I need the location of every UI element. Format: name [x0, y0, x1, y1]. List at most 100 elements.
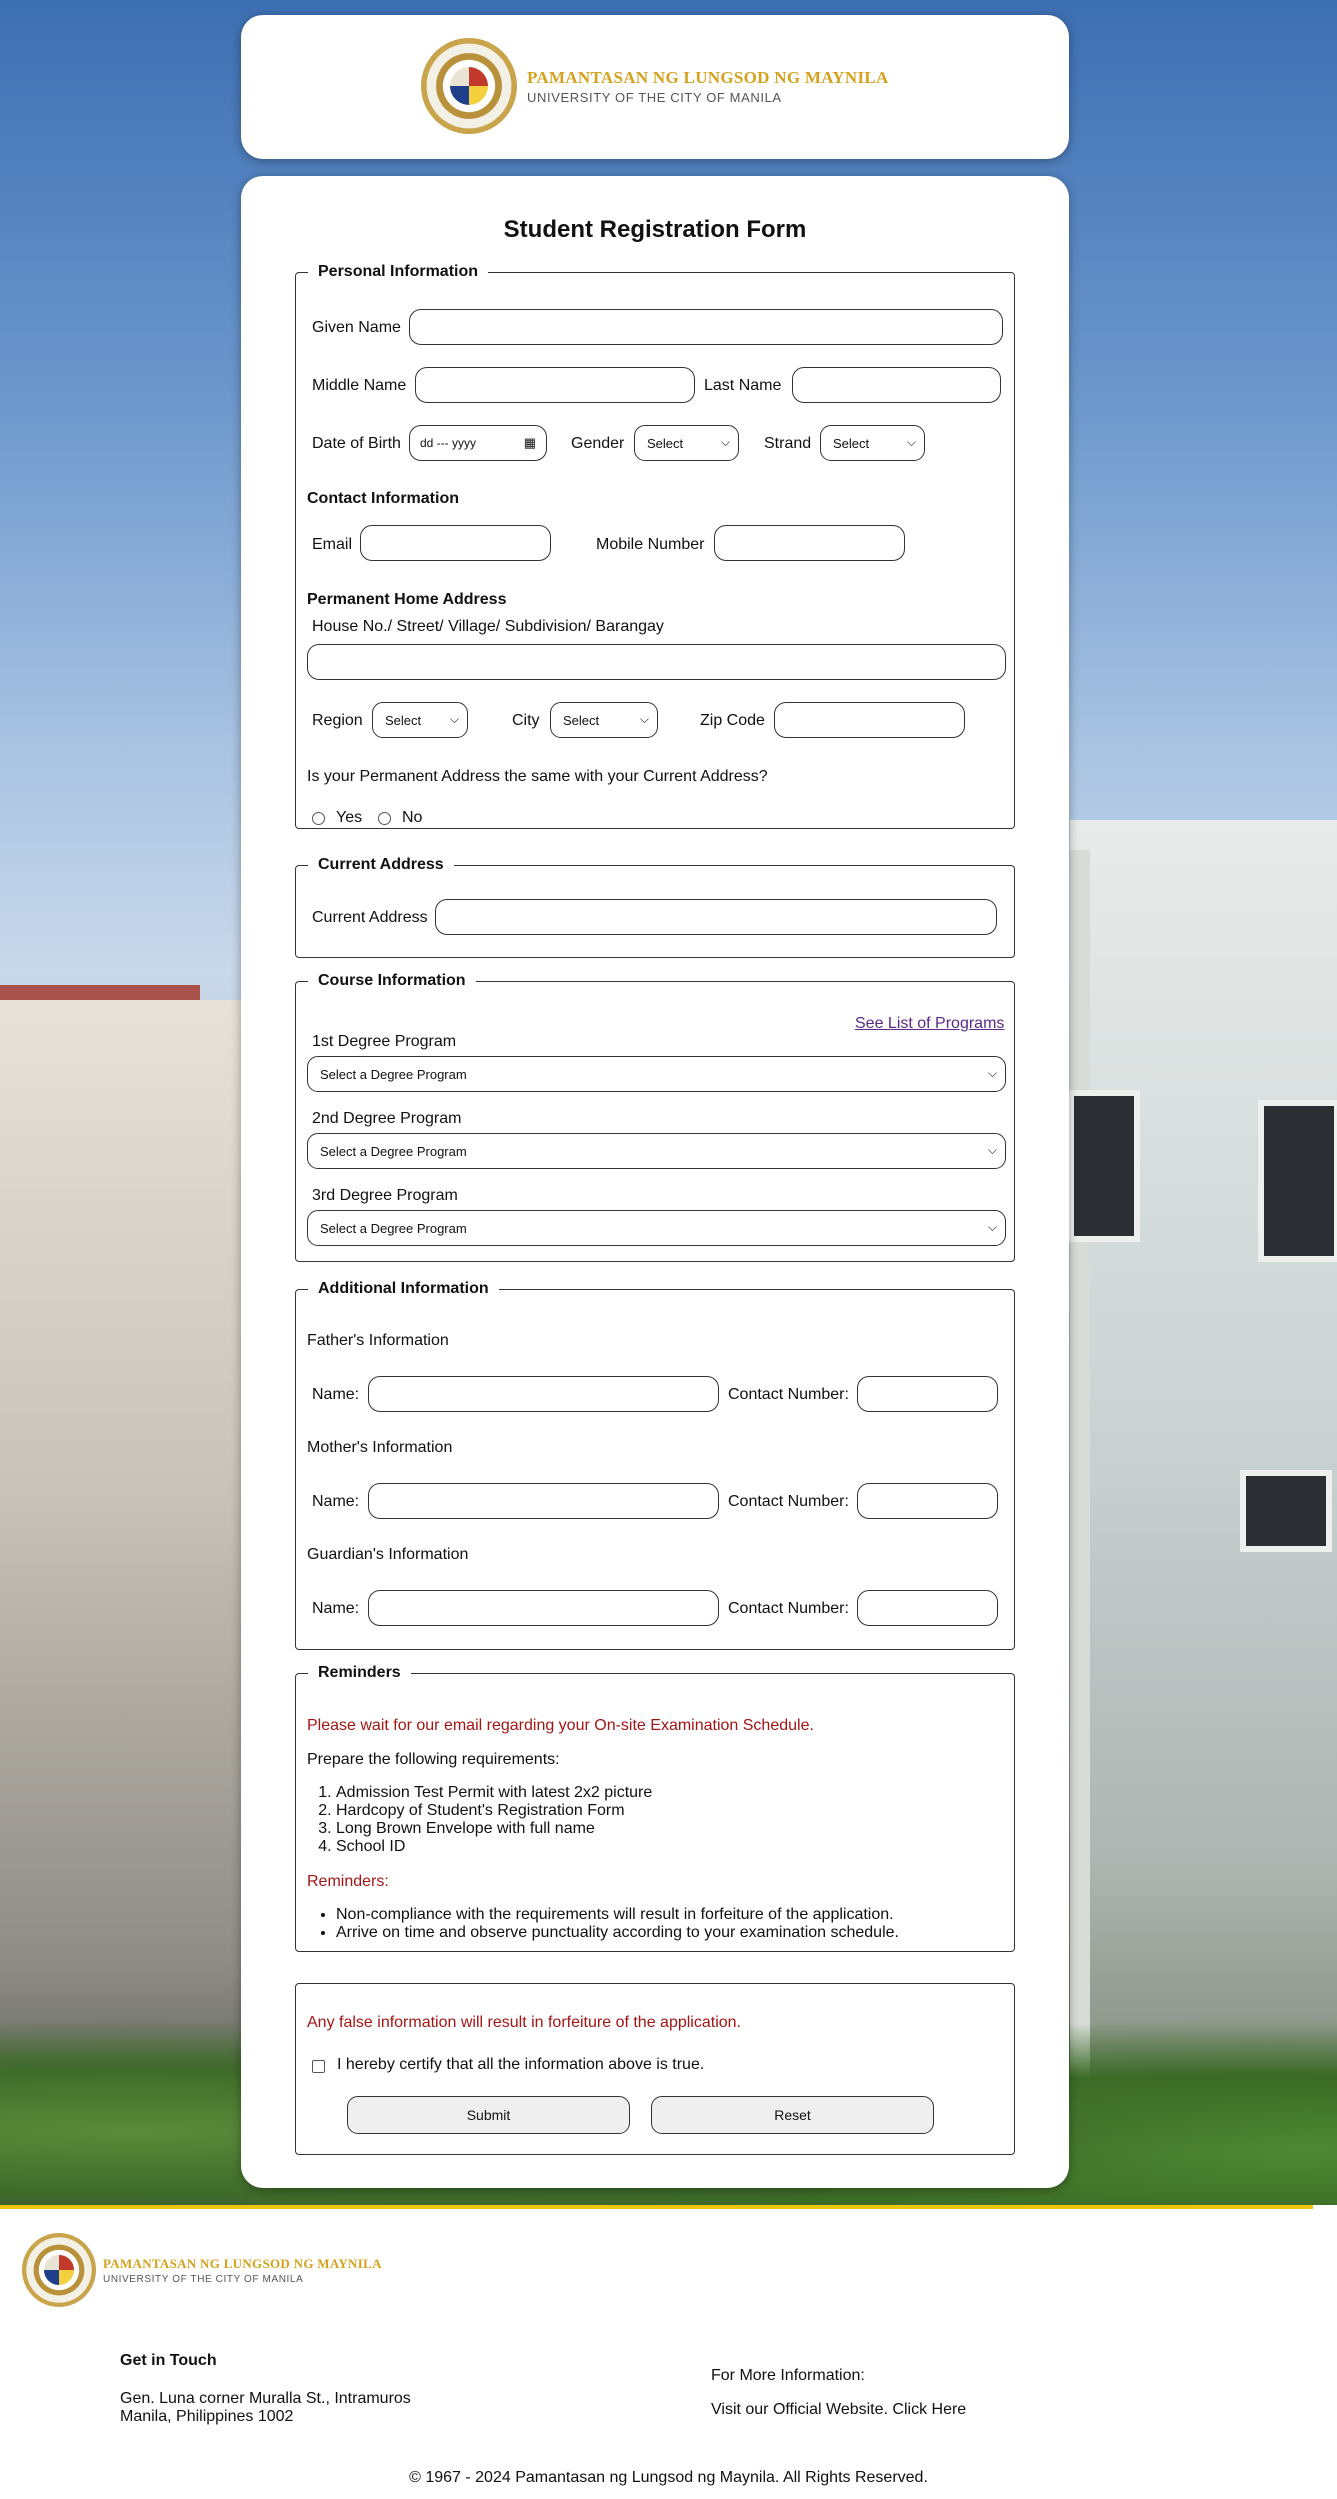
- university-name: PAMANTASAN NG LUNGSOD NG MAYNILA: [103, 2255, 382, 2271]
- reminders-section: Reminders Please wait for our email rega…: [295, 1664, 1015, 1952]
- first-degree-select[interactable]: Select a Degree Program ⌵: [307, 1056, 1006, 1092]
- father-contact-label: Contact Number:: [728, 1386, 849, 1403]
- same-address-question: Is your Permanent Address the same with …: [307, 768, 768, 785]
- personal-information-section: Personal Information Given Name Middle N…: [295, 263, 1015, 829]
- region-select[interactable]: Select ⌵: [372, 702, 468, 738]
- gender-select[interactable]: Select ⌵: [634, 425, 739, 461]
- requirements-list: Admission Test Permit with latest 2x2 pi…: [296, 1784, 652, 1856]
- father-contact-input[interactable]: [857, 1376, 998, 1412]
- chevron-down-icon: ⌵: [987, 1066, 997, 1080]
- father-name-input[interactable]: [368, 1376, 719, 1412]
- footer-university-logo: PAMANTASAN NG LUNGSOD NG MAYNILA UNIVERS…: [22, 2233, 382, 2307]
- given-name-label: Given Name: [312, 319, 401, 336]
- second-degree-value: Select a Degree Program: [320, 1143, 467, 1159]
- chevron-down-icon: ⌵: [906, 435, 916, 449]
- window: [1068, 1090, 1140, 1242]
- list-item: Non-compliance with the requirements wil…: [336, 1906, 899, 1924]
- current-address-input[interactable]: [435, 899, 997, 935]
- list-item: School ID: [336, 1838, 652, 1856]
- prepare-requirements-text: Prepare the following requirements:: [307, 1751, 560, 1768]
- university-subtitle: UNIVERSITY OF THE CITY OF MANILA: [527, 89, 782, 105]
- email-label: Email: [312, 536, 353, 553]
- email-input[interactable]: [360, 525, 551, 561]
- zip-label: Zip Code: [700, 712, 765, 729]
- registration-form-card: Student Registration Form Personal Infor…: [241, 176, 1069, 2188]
- strand-select[interactable]: Select ⌵: [820, 425, 925, 461]
- section-legend: Reminders: [318, 1664, 401, 1681]
- first-degree-label: 1st Degree Program: [312, 1033, 457, 1050]
- additional-information-section: Additional Information Father's Informat…: [295, 1280, 1015, 1650]
- chevron-down-icon: ⌵: [720, 435, 730, 449]
- strand-value: Select: [833, 435, 870, 451]
- given-name-input[interactable]: [409, 309, 1003, 345]
- mother-contact-input[interactable]: [857, 1483, 998, 1519]
- list-item: Arrive on time and observe punctuality a…: [336, 1924, 899, 1942]
- reset-button[interactable]: Reset: [651, 2096, 934, 2134]
- university-logo: PAMANTASAN NG LUNGSOD NG MAYNILA UNIVERS…: [421, 38, 889, 134]
- get-in-touch-heading: Get in Touch: [120, 2352, 217, 2369]
- section-legend: Course Information: [318, 972, 466, 989]
- dob-input[interactable]: dd --- yyyy ▦: [409, 425, 547, 461]
- mother-info-heading: Mother's Information: [307, 1439, 453, 1456]
- gender-value: Select: [647, 435, 684, 451]
- mother-name-input[interactable]: [368, 1483, 719, 1519]
- second-degree-select[interactable]: Select a Degree Program ⌵: [307, 1133, 1006, 1169]
- middle-name-label: Middle Name: [312, 377, 407, 394]
- section-legend: Additional Information: [318, 1280, 489, 1297]
- see-list-of-programs-link[interactable]: See List of Programs: [855, 1015, 1004, 1033]
- submit-button[interactable]: Submit: [347, 2096, 630, 2134]
- official-website-link[interactable]: Visit our Official Website. Click Here: [711, 2401, 966, 2419]
- list-item: Admission Test Permit with latest 2x2 pi…: [336, 1784, 652, 1802]
- guardian-contact-input[interactable]: [857, 1590, 998, 1626]
- zip-input[interactable]: [774, 702, 965, 738]
- section-legend: Current Address: [318, 856, 444, 873]
- chevron-down-icon: ⌵: [639, 712, 649, 726]
- guardian-name-input[interactable]: [368, 1590, 719, 1626]
- third-degree-select[interactable]: Select a Degree Program ⌵: [307, 1210, 1006, 1246]
- address-line-2: Manila, Philippines 1002: [120, 2408, 294, 2425]
- mother-contact-label: Contact Number:: [728, 1493, 849, 1510]
- second-degree-label: 2nd Degree Program: [312, 1110, 462, 1127]
- city-select[interactable]: Select ⌵: [550, 702, 658, 738]
- chevron-down-icon: ⌵: [987, 1143, 997, 1157]
- third-degree-value: Select a Degree Program: [320, 1220, 467, 1236]
- current-address-label: Current Address: [312, 909, 428, 926]
- reminders-label: Reminders:: [307, 1873, 389, 1890]
- calendar-icon[interactable]: ▦: [524, 435, 536, 451]
- window: [1240, 1470, 1332, 1552]
- last-name-input[interactable]: [792, 367, 1001, 403]
- list-item: Long Brown Envelope with full name: [336, 1820, 652, 1838]
- father-name-label: Name:: [312, 1386, 360, 1403]
- university-seal-icon: [22, 2233, 96, 2307]
- header-card: PAMANTASAN NG LUNGSOD NG MAYNILA UNIVERS…: [241, 15, 1069, 159]
- no-label: No: [402, 809, 423, 826]
- university-name: PAMANTASAN NG LUNGSOD NG MAYNILA: [527, 67, 889, 87]
- form-title: Student Registration Form: [503, 216, 807, 243]
- mobile-input[interactable]: [714, 525, 905, 561]
- current-address-section: Current Address Current Address: [295, 856, 1015, 958]
- strand-label: Strand: [764, 435, 812, 452]
- university-subtitle: UNIVERSITY OF THE CITY OF MANILA: [103, 2273, 304, 2285]
- last-name-label: Last Name: [704, 377, 782, 394]
- course-information-section: Course Information See List of Programs …: [295, 972, 1015, 1262]
- middle-name-input[interactable]: [415, 367, 695, 403]
- address-line-1: Gen. Luna corner Muralla St., Intramuros: [120, 2390, 411, 2407]
- region-label: Region: [312, 712, 363, 729]
- certify-checkbox[interactable]: [312, 2060, 325, 2073]
- address-line-label: House No./ Street/ Village/ Subdivision/…: [312, 618, 664, 635]
- no-radio[interactable]: [378, 812, 391, 825]
- list-item: Hardcopy of Student's Registration Form: [336, 1802, 652, 1820]
- region-value: Select: [385, 712, 422, 728]
- yes-radio[interactable]: [312, 812, 325, 825]
- mother-name-label: Name:: [312, 1493, 360, 1510]
- gender-label: Gender: [571, 435, 625, 452]
- wait-email-notice: Please wait for our email regarding your…: [307, 1717, 814, 1734]
- dob-placeholder: dd --- yyyy: [420, 436, 477, 450]
- more-info-text: For More Information:: [711, 2367, 865, 2384]
- address-line-input[interactable]: [307, 644, 1006, 680]
- first-degree-value: Select a Degree Program: [320, 1066, 467, 1082]
- footer-accent-bar: [0, 2205, 1313, 2209]
- page-footer: PAMANTASAN NG LUNGSOD NG MAYNILA UNIVERS…: [0, 2205, 1337, 2499]
- reminders-list: Non-compliance with the requirements wil…: [296, 1906, 899, 1942]
- address-heading: Permanent Home Address: [307, 591, 507, 608]
